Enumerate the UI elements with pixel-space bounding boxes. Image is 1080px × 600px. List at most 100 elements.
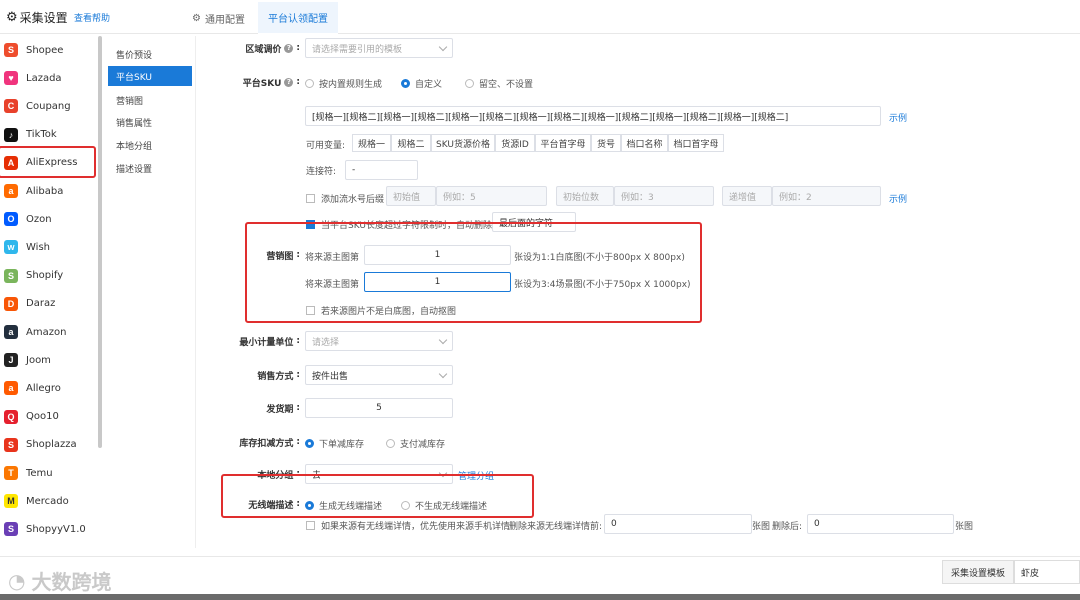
menu-item-sale-attributes[interactable]: 销售属性 <box>108 112 192 132</box>
alibaba-icon: a <box>4 184 18 198</box>
mobile-detail-label: 如果来源有无线端详情，优先使用来源手机详情 <box>321 522 511 532</box>
platform-item-shopee[interactable]: S Shopee <box>4 38 100 62</box>
var-tag[interactable]: 档口名称 <box>621 134 668 152</box>
vars-label: 可用变量: <box>306 141 346 151</box>
menu-item-platform-sku[interactable]: 平台SKU <box>108 66 192 86</box>
menu-item-marketing-image[interactable]: 营销图 <box>108 90 192 110</box>
sku-example-link[interactable]: 示例 <box>889 111 907 124</box>
menu-item-description[interactable]: 描述设置 <box>108 158 192 178</box>
var-tag[interactable]: 平台首字母 <box>535 134 591 152</box>
stock-radio-payment[interactable]: 支付减库存 <box>386 437 445 450</box>
platform-item-allegro[interactable]: a Allegro <box>4 376 100 400</box>
region-price-placeholder: 请选择需要引用的模板 <box>312 44 403 55</box>
var-tag[interactable]: 货源ID <box>495 134 535 152</box>
delete-after-input[interactable]: 0 <box>807 514 954 534</box>
var-tag[interactable]: 货号 <box>591 134 621 152</box>
sku-radio-builtin-label: 按内置规则生成 <box>319 80 383 90</box>
platform-item-shopify[interactable]: S Shopify <box>4 264 100 288</box>
platform-item-lazada[interactable]: ♥ Lazada <box>4 66 100 90</box>
help-link[interactable]: 查看帮助 <box>74 11 110 24</box>
serial-start-input[interactable]: 例如：5 <box>436 186 547 206</box>
chevron-down-icon <box>438 369 448 379</box>
top-bar <box>0 0 1080 34</box>
platform-item-temu[interactable]: T Temu <box>4 461 100 485</box>
help-icon[interactable]: ? <box>284 43 294 53</box>
stock-deduct-label: 库存扣减方式: <box>239 437 300 449</box>
min-unit-label: 最小计量单位: <box>239 336 300 348</box>
platform-item-label: Alibaba <box>26 185 64 197</box>
var-tag[interactable]: 规格二 <box>391 134 431 152</box>
menu-item-local-group[interactable]: 本地分组 <box>108 135 192 155</box>
sale-method-label-text: 销售方式 <box>257 371 294 382</box>
var-tag[interactable]: SKU货源价格 <box>431 134 495 152</box>
tab-platform-config[interactable]: 平台认领配置 <box>258 2 338 35</box>
platform-item-alibaba[interactable]: a Alibaba <box>4 179 100 203</box>
connector-label: 连接符: <box>306 167 337 177</box>
platform-item-label: Allegro <box>26 382 61 394</box>
var-tag[interactable]: 档口首字母 <box>668 134 724 152</box>
sale-method-value: 按件出售 <box>312 371 349 382</box>
serial-digits-input[interactable]: 例如：3 <box>614 186 714 206</box>
platform-item-coupang[interactable]: C Coupang <box>4 94 100 118</box>
sale-method-select[interactable]: 按件出售 <box>305 365 453 385</box>
menu-item-price-preset[interactable]: 售价预设 <box>108 44 192 64</box>
ship-period-label-text: 发货期 <box>266 404 294 415</box>
platform-item-qoo10[interactable]: Q Qoo10 <box>4 405 100 429</box>
platform-item-label: Joom <box>26 354 51 366</box>
min-unit-select[interactable]: 请选择 <box>305 331 453 351</box>
sidebar-scrollbar[interactable] <box>98 36 102 448</box>
serial-suffix-label: 添加流水号后缀 <box>321 195 385 205</box>
settings-icon: ⚙ <box>192 13 201 24</box>
gear-icon: ⚙ <box>6 10 18 25</box>
platform-item-shopyyv10[interactable]: S ShopyyV1.0 <box>4 517 100 541</box>
var-tag[interactable]: 规格一 <box>352 134 391 152</box>
sale-method-label: 销售方式: <box>257 370 300 382</box>
platform-item-wish[interactable]: w Wish <box>4 235 100 259</box>
platform-item-tiktok[interactable]: ♪ TikTok <box>4 123 100 147</box>
region-price-label-text: 区域调价 <box>245 44 282 55</box>
platform-item-amazon[interactable]: a Amazon <box>4 320 100 344</box>
shopee-icon: S <box>4 43 18 57</box>
sku-radio-empty-label: 留空、不设置 <box>479 80 534 90</box>
chevron-down-icon <box>438 335 448 345</box>
platform-sidebar: S Shopee ♥ Lazada C Coupang ♪ TikTok A AliExpress… <box>0 36 100 546</box>
platform-item-daraz[interactable]: D Daraz <box>4 292 100 316</box>
mobile-detail-checkbox[interactable]: 如果来源有无线端详情，优先使用来源手机详情 <box>306 519 510 532</box>
delete-before-unit: 张图 <box>752 522 771 532</box>
platform-item-label: Coupang <box>26 100 71 112</box>
delete-before-input[interactable]: 0 <box>604 514 752 534</box>
help-icon[interactable]: ? <box>284 77 294 87</box>
allegro-icon: a <box>4 381 18 396</box>
app-title-text: 采集设置 <box>19 11 68 25</box>
connector-input[interactable]: - <box>345 160 418 180</box>
ship-period-label: 发货期: <box>266 403 300 415</box>
platform-item-ozon[interactable]: O Ozon <box>4 207 100 231</box>
temu-icon: T <box>4 466 18 480</box>
tab-general-config[interactable]: ⚙ 通用配置 <box>192 11 245 26</box>
sku-radio-custom[interactable]: 自定义 <box>401 77 442 90</box>
tab-general-label: 通用配置 <box>204 15 245 26</box>
sku-radio-builtin[interactable]: 按内置规则生成 <box>305 77 382 90</box>
serial-step-input[interactable]: 例如：2 <box>772 186 881 206</box>
coupang-icon: C <box>4 99 18 114</box>
config-menu: 售价预设 平台SKU 营销图 销售属性 本地分组 描述设置 <box>108 36 196 548</box>
template-label: 采集设置模板 <box>942 560 1014 584</box>
watermark: ◔ 大数跨境 <box>8 566 111 595</box>
serial-suffix-checkbox[interactable]: 添加流水号后缀 <box>306 192 384 205</box>
serial-example-link[interactable]: 示例 <box>889 192 907 205</box>
lazada-icon: ♥ <box>4 71 18 86</box>
ship-period-input[interactable]: 5 <box>305 398 453 418</box>
highlight-box-marketing <box>245 222 702 323</box>
platform-item-shoplazza[interactable]: S Shoplazza <box>4 433 100 457</box>
platform-item-label: ShopyyV1.0 <box>26 523 86 535</box>
platform-item-label: Wish <box>26 241 50 253</box>
stock-radio-order[interactable]: 下单减库存 <box>305 437 364 450</box>
region-price-select[interactable]: 请选择需要引用的模板 <box>305 38 453 58</box>
template-select[interactable]: 虾皮 <box>1014 560 1080 584</box>
sku-radio-empty[interactable]: 留空、不设置 <box>465 77 533 90</box>
min-unit-label-text: 最小计量单位 <box>239 337 294 348</box>
platform-item-mercado[interactable]: M Mercado <box>4 489 100 513</box>
sku-pattern-input[interactable]: [规格一][规格二][规格一][规格二][规格一][规格二][规格一][规格二]… <box>305 106 881 126</box>
platform-item-label: Daraz <box>26 298 56 310</box>
platform-item-joom[interactable]: J Joom <box>4 348 100 372</box>
